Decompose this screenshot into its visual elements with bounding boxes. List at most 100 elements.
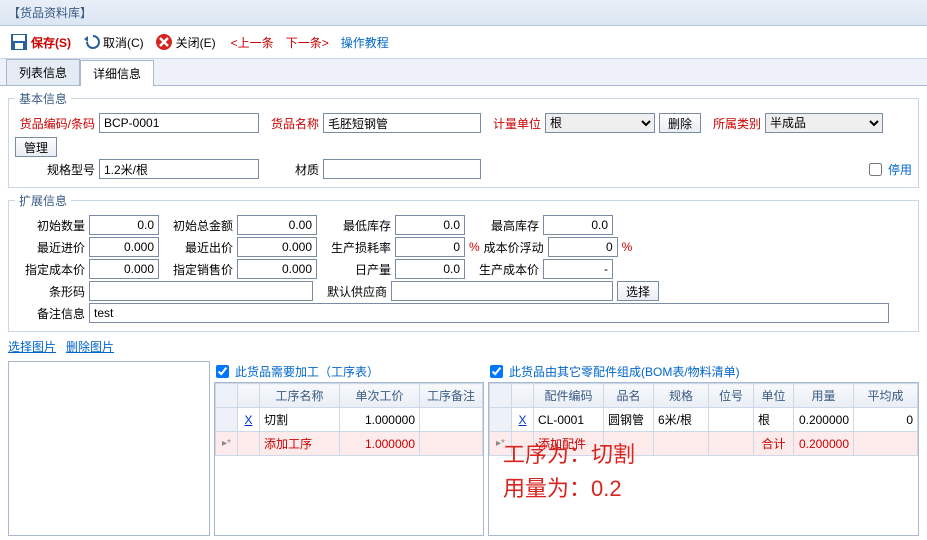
delete-image-link[interactable]: 删除图片 xyxy=(66,338,114,355)
bom-grid-header: 配件编码 品名 规格 位号 单位 用量 平均成 xyxy=(490,384,918,408)
image-links-row: 选择图片 删除图片 xyxy=(8,336,919,357)
process-needed-checkbox[interactable] xyxy=(216,365,229,378)
daily-out-input[interactable] xyxy=(395,259,465,279)
annotation-line-2: 用量为：0.2 xyxy=(503,472,635,506)
category-select[interactable]: 半成品 xyxy=(765,113,883,133)
process-row[interactable]: X 切割 1.000000 xyxy=(216,408,483,432)
bottom-panels: 此货品需要加工（工序表） 工序名称 单次工价 工序备注 X 切割 1. xyxy=(8,361,919,536)
image-preview-box xyxy=(8,361,210,536)
code-input[interactable] xyxy=(99,113,259,133)
choose-supplier-button[interactable]: 选择 xyxy=(617,281,659,301)
col-proc-name: 工序名称 xyxy=(260,384,340,408)
bom-avg-cell: 0 xyxy=(854,408,918,432)
select-image-link[interactable]: 选择图片 xyxy=(8,338,56,355)
close-icon xyxy=(154,32,174,52)
add-process-link[interactable]: 添加工序 xyxy=(264,437,312,451)
delete-unit-button[interactable]: 删除 xyxy=(659,113,701,133)
min-stock-input[interactable] xyxy=(395,215,465,235)
row-marker: ▸* xyxy=(216,432,238,456)
save-button[interactable]: 保存(S) xyxy=(6,30,74,54)
daily-out-label: 日产量 xyxy=(321,261,391,278)
init-qty-input[interactable] xyxy=(89,215,159,235)
bom-sum-label: 合计 xyxy=(754,432,794,456)
init-amt-label: 初始总金额 xyxy=(163,217,233,234)
col-bom-unit: 单位 xyxy=(754,384,794,408)
col-bom-qty: 用量 xyxy=(794,384,854,408)
bom-code-cell: CL-0001 xyxy=(534,408,604,432)
basic-info-legend: 基本信息 xyxy=(15,90,71,107)
stop-checkbox-wrap: 停用 xyxy=(869,161,912,178)
set-cost-input[interactable] xyxy=(89,259,159,279)
remark-input[interactable] xyxy=(89,303,889,323)
barcode-input[interactable] xyxy=(89,281,313,301)
delete-bom-row-link[interactable]: X xyxy=(518,413,526,427)
close-button[interactable]: 关闭(E) xyxy=(151,30,219,54)
remark-label: 备注信息 xyxy=(15,305,85,322)
init-amt-input[interactable] xyxy=(237,215,317,235)
stop-label: 停用 xyxy=(888,161,912,178)
cost-float-label: 成本价浮动 xyxy=(484,239,544,256)
code-label: 货品编码/条码 xyxy=(15,115,95,132)
manage-category-button[interactable]: 管理 xyxy=(15,137,57,157)
bom-unit-cell: 根 xyxy=(754,408,794,432)
col-bom-name: 品名 xyxy=(604,384,654,408)
help-link[interactable]: 操作教程 xyxy=(341,34,389,51)
stop-checkbox[interactable] xyxy=(869,163,882,176)
process-panel: 此货品需要加工（工序表） 工序名称 单次工价 工序备注 X 切割 1. xyxy=(214,361,484,536)
loss-rate-input[interactable] xyxy=(395,237,465,257)
init-qty-label: 初始数量 xyxy=(15,217,85,234)
col-proc-price: 单次工价 xyxy=(340,384,420,408)
recent-in-input[interactable] xyxy=(89,237,159,257)
percent-sign-2: % xyxy=(622,240,633,254)
recent-in-label: 最近进价 xyxy=(15,239,85,256)
unit-select[interactable]: 根 xyxy=(545,113,655,133)
loss-rate-label: 生产损耗率 xyxy=(321,239,391,256)
material-input[interactable] xyxy=(323,159,481,179)
close-label: 关闭(E) xyxy=(176,34,216,51)
recent-out-input[interactable] xyxy=(237,237,317,257)
name-label: 货品名称 xyxy=(263,115,319,132)
bom-sum-qty: 0.200000 xyxy=(794,432,854,456)
prev-record-link[interactable]: <上一条 xyxy=(231,34,274,51)
toolbar: 保存(S) 取消(C) 关闭(E) <上一条 下一条> 操作教程 xyxy=(0,26,927,59)
spec-label: 规格型号 xyxy=(15,161,95,178)
col-bom-code: 配件编码 xyxy=(534,384,604,408)
cost-float-input[interactable] xyxy=(548,237,618,257)
cancel-button[interactable]: 取消(C) xyxy=(78,30,147,54)
min-stock-label: 最低库存 xyxy=(321,217,391,234)
bom-name-cell: 圆钢管 xyxy=(604,408,654,432)
material-label: 材质 xyxy=(263,161,319,178)
set-sale-label: 指定销售价 xyxy=(163,261,233,278)
spec-input[interactable] xyxy=(99,159,259,179)
bom-spec-cell: 6米/根 xyxy=(654,408,709,432)
bom-checkbox[interactable] xyxy=(490,365,503,378)
col-bom-pos: 位号 xyxy=(709,384,754,408)
bom-qty-cell: 0.200000 xyxy=(794,408,854,432)
proc-remark-cell xyxy=(420,408,483,432)
recent-out-label: 最近出价 xyxy=(163,239,233,256)
barcode-label: 条形码 xyxy=(15,283,85,300)
bom-row[interactable]: X CL-0001 圆钢管 6米/根 根 0.200000 0 xyxy=(490,408,918,432)
tab-list-info[interactable]: 列表信息 xyxy=(6,59,80,85)
extended-info-legend: 扩展信息 xyxy=(15,192,71,209)
process-add-row[interactable]: ▸* 添加工序 1.000000 xyxy=(216,432,483,456)
max-stock-input[interactable] xyxy=(543,215,613,235)
name-input[interactable] xyxy=(323,113,481,133)
supplier-input[interactable] xyxy=(391,281,613,301)
undo-icon xyxy=(81,32,101,52)
col-bom-avg: 平均成 xyxy=(854,384,918,408)
supplier-label: 默认供应商 xyxy=(317,283,387,300)
window-title: 【货品资料库】 xyxy=(8,6,92,20)
proc-price-cell: 1.000000 xyxy=(340,408,420,432)
tab-detail-info[interactable]: 详细信息 xyxy=(80,60,154,86)
content: 基本信息 货品编码/条码 货品名称 计量单位 根 删除 所属类别 半成品 管理 … xyxy=(0,86,927,540)
delete-row-link[interactable]: X xyxy=(244,413,252,427)
set-sale-input[interactable] xyxy=(237,259,317,279)
tabs: 列表信息 详细信息 xyxy=(0,59,927,86)
unit-label: 计量单位 xyxy=(485,115,541,132)
basic-info-fieldset: 基本信息 货品编码/条码 货品名称 计量单位 根 删除 所属类别 半成品 管理 … xyxy=(8,90,919,188)
bom-pos-cell xyxy=(709,408,754,432)
extended-info-fieldset: 扩展信息 初始数量 初始总金额 最低库存 最高库存 最近进价 最近出价 生产损耗… xyxy=(8,192,919,332)
proc-footer-price: 1.000000 xyxy=(340,432,420,456)
next-record-link[interactable]: 下一条> xyxy=(286,34,329,51)
